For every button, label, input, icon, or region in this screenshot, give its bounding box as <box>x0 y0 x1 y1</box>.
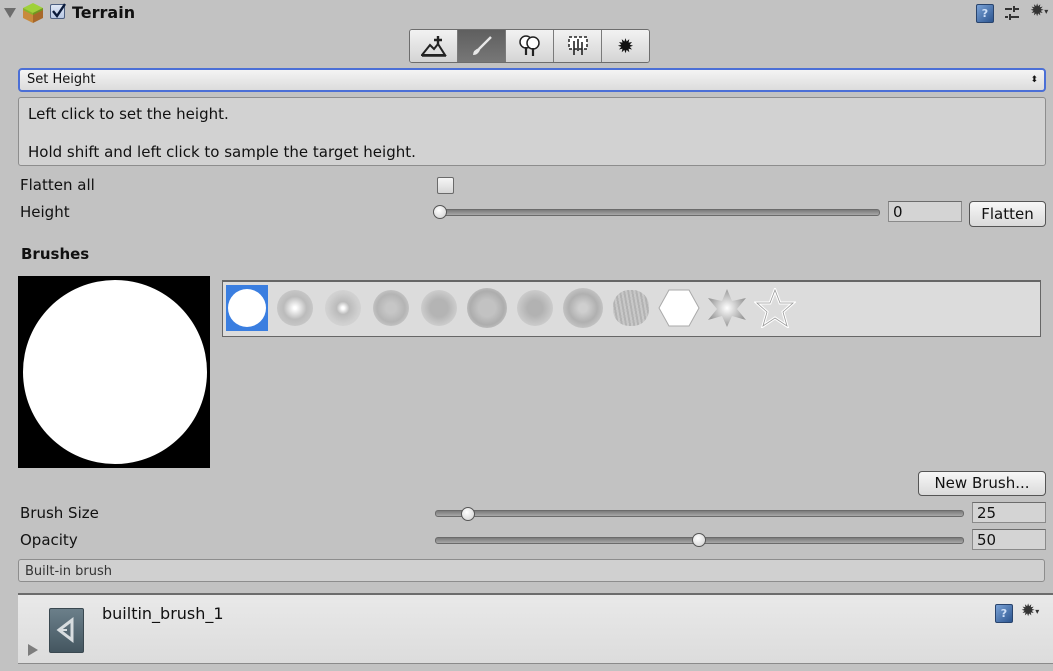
brush-asset-header: builtin_brush_1 ? ✹▾ <box>18 593 1053 664</box>
grass-details-icon <box>567 36 588 55</box>
brush-size-slider[interactable] <box>435 510 964 517</box>
new-brush-button[interactable]: New Brush... <box>918 471 1046 496</box>
tool-raise-lower[interactable] <box>410 30 458 62</box>
brush-star-outline[interactable] <box>754 285 796 331</box>
help-line-2: Hold shift and left click to sample the … <box>28 143 416 161</box>
settings-gear-icon[interactable]: ✹▾ <box>1030 3 1048 20</box>
terrain-tool-toolbar: ✹ <box>409 29 650 63</box>
trees-icon <box>518 35 540 56</box>
tool-paint-height[interactable] <box>458 30 506 62</box>
brush-speckle[interactable] <box>418 285 460 331</box>
brush-soft-star[interactable] <box>706 285 748 331</box>
asset-name: builtin_brush_1 <box>102 604 224 623</box>
height-slider-thumb[interactable] <box>433 205 447 219</box>
enabled-checkbox[interactable] <box>50 3 66 19</box>
dropdown-arrow-icon: ⬍ <box>1030 75 1038 85</box>
expand-arrow-icon[interactable] <box>28 644 38 656</box>
hexagon-brush-icon <box>658 289 700 327</box>
terrain-mode-dropdown[interactable]: Set Height ⬍ <box>18 68 1046 92</box>
flatten-button[interactable]: Flatten <box>969 201 1046 227</box>
flatten-all-checkbox[interactable] <box>437 177 454 194</box>
terrain-cube-icon <box>23 3 43 23</box>
brush-spotted[interactable] <box>514 285 556 331</box>
brush-size-slider-thumb[interactable] <box>461 507 475 521</box>
tool-paint-details[interactable] <box>554 30 602 62</box>
height-slider[interactable] <box>436 209 880 216</box>
opacity-label: Opacity <box>20 531 78 549</box>
gear-icon: ✹ <box>617 34 634 58</box>
soft-star-brush-icon <box>708 289 746 327</box>
help-line-1: Left click to set the height. <box>28 105 229 123</box>
help-book-icon[interactable]: ? <box>976 4 994 23</box>
unity-logo-icon <box>49 608 84 653</box>
brush-noisy-circle[interactable] <box>370 285 412 331</box>
brush-preview <box>18 276 210 468</box>
opacity-slider-thumb[interactable] <box>692 533 706 547</box>
foldout-arrow-icon[interactable] <box>4 8 16 18</box>
mountain-plus-icon <box>420 36 447 57</box>
brush-hexagon[interactable] <box>658 285 700 331</box>
brush-hard-circle[interactable] <box>226 285 268 331</box>
brush-cloud-blob[interactable] <box>562 285 604 331</box>
help-box: Left click to set the height. Hold shift… <box>18 97 1046 166</box>
height-label: Height <box>20 203 70 221</box>
brush-small-soft-circle[interactable] <box>322 285 364 331</box>
component-title: Terrain <box>72 3 136 22</box>
star-outline-brush-icon <box>754 288 796 328</box>
tool-place-trees[interactable] <box>506 30 554 62</box>
tool-terrain-settings[interactable]: ✹ <box>602 30 649 62</box>
brush-size-label: Brush Size <box>20 504 99 522</box>
asset-help-book-icon[interactable]: ? <box>995 604 1013 623</box>
checkmark-icon <box>52 3 66 19</box>
dropdown-selected-value: Set Height <box>27 72 96 87</box>
flatten-all-label: Flatten all <box>20 176 95 194</box>
brush-soft-circle[interactable] <box>274 285 316 331</box>
brush-size-value-field[interactable]: 25 <box>972 502 1046 523</box>
opacity-value-field[interactable]: 50 <box>972 529 1046 550</box>
brush-streaks[interactable] <box>610 285 652 331</box>
paintbrush-icon <box>472 36 492 55</box>
builtin-brush-field: Built-in brush <box>18 559 1045 582</box>
brush-noise-blob[interactable] <box>466 285 508 331</box>
asset-settings-gear-icon[interactable]: ✹▾ <box>1021 603 1039 620</box>
brush-grid <box>222 280 1041 337</box>
preset-sliders-icon[interactable] <box>1004 5 1020 21</box>
height-value-field[interactable]: 0 <box>888 201 962 222</box>
brushes-heading: Brushes <box>21 245 90 263</box>
